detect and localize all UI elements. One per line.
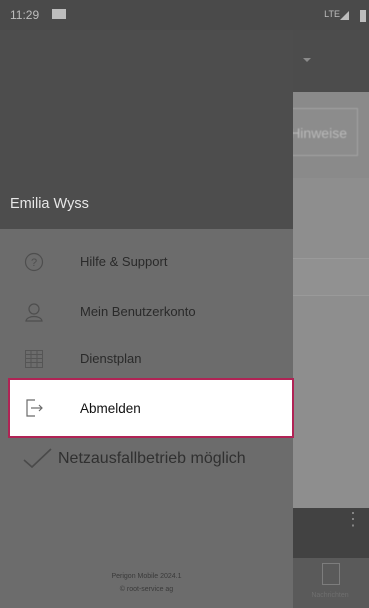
- menu-item-schedule[interactable]: Dienstplan: [0, 334, 293, 384]
- menu-item-account[interactable]: Mein Benutzerkonto: [0, 287, 293, 337]
- sd-card-icon: [52, 9, 66, 19]
- tab-icon: [322, 563, 340, 585]
- menu-item-label: Mein Benutzerkonto: [80, 304, 196, 319]
- offline-mode-indicator: Netzausfallbetrieb möglich: [0, 444, 293, 474]
- menu-item-help-support[interactable]: ? Hilfe & Support: [0, 237, 293, 287]
- signal-icon: [340, 11, 349, 20]
- more-vertical-icon: ⋮: [344, 509, 362, 529]
- navigation-drawer: Emilia Wyss ? Hilfe & Support Mein Benut…: [0, 0, 294, 608]
- svg-text:?: ?: [31, 257, 37, 269]
- user-name: Emilia Wyss: [10, 196, 89, 212]
- calendar-grid-icon: [25, 350, 43, 368]
- checkmark-icon: [23, 448, 52, 469]
- logout-icon: [26, 399, 43, 417]
- help-icon: ?: [24, 252, 44, 272]
- tab-label: Nachrichten: [311, 592, 349, 599]
- user-icon: [25, 303, 43, 322]
- menu-item-label: Dienstplan: [80, 351, 142, 366]
- menu-item-label: Abmelden: [80, 401, 141, 416]
- menu-item-logout[interactable]: Abmelden: [8, 378, 294, 438]
- status-time: 11:29: [10, 8, 40, 22]
- network-type: LTE: [324, 9, 340, 19]
- app-version: Perigon Mobile 2024.1: [111, 573, 182, 580]
- offline-mode-label: Netzausfallbetrieb möglich: [58, 450, 246, 467]
- battery-icon: [360, 10, 366, 22]
- menu-item-label: Hilfe & Support: [80, 254, 168, 269]
- chevron-down-icon: [303, 58, 311, 62]
- copyright: © root-service ag: [119, 586, 174, 593]
- status-bar: 11:29 LTE: [0, 0, 369, 30]
